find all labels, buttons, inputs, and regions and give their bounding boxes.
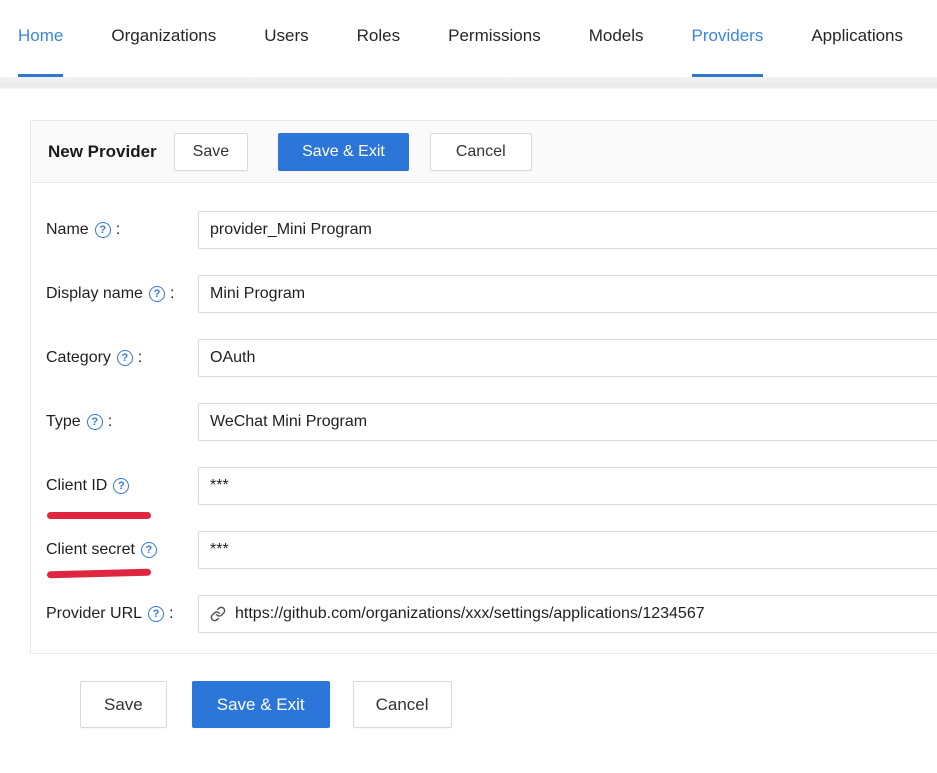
help-icon[interactable]: ? <box>149 286 165 302</box>
provider-form: Name ? : Display name ? : Category ? : <box>31 183 937 633</box>
tab-providers[interactable]: Providers <box>692 26 764 77</box>
client-id-label: Client ID ? <box>46 477 198 495</box>
tab-home-label: Home <box>18 26 63 45</box>
tab-permissions-label: Permissions <box>448 26 541 45</box>
category-label: Category ? : <box>46 349 198 367</box>
form-row-provider-url: Provider URL ? : https://github.com/orga… <box>46 595 937 633</box>
active-tab-inkbar <box>18 74 63 77</box>
form-row-type: Type ? : <box>46 403 937 441</box>
help-icon[interactable]: ? <box>148 606 164 622</box>
name-label: Name ? : <box>46 221 198 239</box>
tab-models-label: Models <box>589 26 644 45</box>
form-row-display-name: Display name ? : <box>46 275 937 313</box>
help-icon[interactable]: ? <box>87 414 103 430</box>
name-input[interactable] <box>198 211 937 249</box>
tab-applications-label: Applications <box>811 26 903 45</box>
active-tab-inkbar <box>692 74 764 77</box>
tab-home[interactable]: Home <box>18 26 63 77</box>
red-underline-annotation <box>47 512 151 519</box>
help-icon[interactable]: ? <box>141 542 157 558</box>
tab-roles-label: Roles <box>357 26 400 45</box>
tab-models[interactable]: Models <box>589 26 644 77</box>
top-nav: Home Organizations Users Roles Permissio… <box>0 0 937 77</box>
red-underline-annotation <box>47 569 151 579</box>
form-row-category: Category ? : <box>46 339 937 377</box>
form-row-name: Name ? : <box>46 211 937 249</box>
provider-url-label: Provider URL ? : <box>46 605 198 623</box>
type-select[interactable] <box>198 403 937 441</box>
card-header: New Provider Save Save & Exit Cancel <box>31 121 937 183</box>
cancel-button[interactable]: Cancel <box>430 133 532 171</box>
save-and-exit-button-bottom[interactable]: Save & Exit <box>192 681 330 728</box>
new-provider-card: New Provider Save Save & Exit Cancel Nam… <box>30 120 937 654</box>
display-name-input[interactable] <box>198 275 937 313</box>
tab-organizations-label: Organizations <box>111 26 216 45</box>
footer-actions: Save Save & Exit Cancel <box>80 681 452 728</box>
help-icon[interactable]: ? <box>117 350 133 366</box>
tab-providers-label: Providers <box>692 26 764 45</box>
type-label: Type ? : <box>46 413 198 431</box>
nav-shadow-band <box>0 77 937 89</box>
tab-users-label: Users <box>264 26 308 45</box>
help-icon[interactable]: ? <box>95 222 111 238</box>
provider-url-input[interactable]: https://github.com/organizations/xxx/set… <box>198 595 937 633</box>
tab-permissions[interactable]: Permissions <box>448 26 541 77</box>
cancel-button-bottom[interactable]: Cancel <box>353 681 452 728</box>
display-name-label: Display name ? : <box>46 285 198 303</box>
client-secret-input[interactable] <box>198 531 937 569</box>
link-icon <box>210 606 226 622</box>
provider-url-text: https://github.com/organizations/xxx/set… <box>235 605 705 623</box>
category-select[interactable] <box>198 339 937 377</box>
client-id-input[interactable] <box>198 467 937 505</box>
tab-users[interactable]: Users <box>264 26 308 77</box>
page-title: New Provider <box>48 142 157 162</box>
tab-roles[interactable]: Roles <box>357 26 400 77</box>
tab-organizations[interactable]: Organizations <box>111 26 216 77</box>
form-row-client-id: Client ID ? <box>46 467 937 505</box>
tab-applications[interactable]: Applications <box>811 26 903 77</box>
save-button-bottom[interactable]: Save <box>80 681 167 728</box>
save-button[interactable]: Save <box>174 133 248 171</box>
save-and-exit-button[interactable]: Save & Exit <box>278 133 409 171</box>
client-secret-label: Client secret ? <box>46 541 198 559</box>
form-row-client-secret: Client secret ? <box>46 531 937 569</box>
help-icon[interactable]: ? <box>113 478 129 494</box>
